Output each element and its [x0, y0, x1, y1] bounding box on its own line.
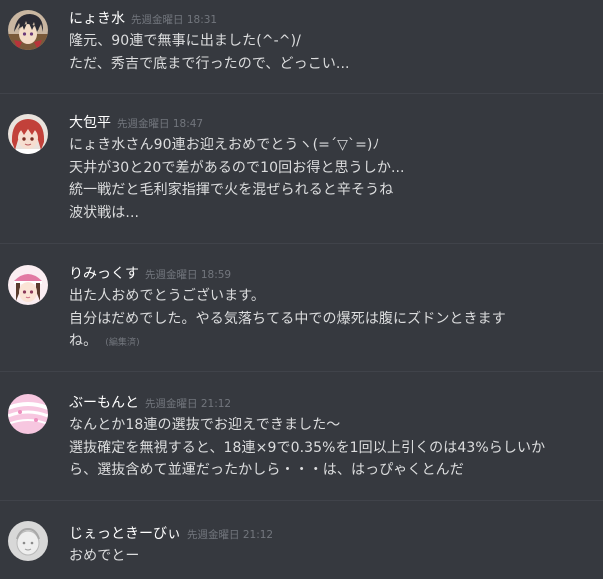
message-line: なんとか18連の選抜でお迎えできました〜: [69, 417, 341, 433]
message-content: 出た人おめでとうございます。 自分はだめでした。やる気落ちてる中での爆死は腹にズ…: [69, 285, 581, 355]
anime-avatar-red-hair-icon[interactable]: [8, 114, 48, 154]
message-line: ただ、秀吉で底まで行ったので、どっこい...: [69, 55, 350, 72]
timestamp: 先週金曜日 21:12: [187, 529, 274, 541]
message-divider: [0, 500, 603, 501]
timestamp: 先週金曜日 18:47: [117, 118, 204, 130]
message-header: ぶーもんと 先週金曜日 21:12: [69, 393, 231, 413]
username[interactable]: ぶーもんと: [69, 395, 139, 411]
message-header: 大包平 先週金曜日 18:47: [69, 113, 203, 133]
message-line-last: ね。 (編集済): [69, 330, 581, 355]
username[interactable]: りみっくす: [69, 266, 139, 282]
username[interactable]: にょき水: [69, 11, 125, 27]
message-line: おめでとー: [69, 548, 140, 564]
message-content: おめでとー: [69, 545, 581, 568]
anime-avatar-pink-hat-icon[interactable]: [8, 265, 48, 305]
message-line: 波状戦は...: [69, 204, 140, 221]
message-divider: [0, 371, 603, 372]
username[interactable]: 大包平: [69, 115, 111, 131]
message-line: 天井が30と20で差があるので10回お得と思うしか...: [69, 159, 405, 176]
chat-message-list: にょき水 先週金曜日 18:31 隆元、90連で無事に出ました(^-^)/ ただ、…: [0, 0, 603, 579]
message-line: 出た人おめでとうございます。: [69, 288, 265, 304]
message-line-text: ね。: [69, 333, 98, 349]
message-line: 統一戦だと毛利家指揮で火を混ぜられると辛そうね: [69, 182, 394, 198]
message-line: 自分はだめでした。やる気落ちてる中での爆死は腹にズドンときます: [69, 310, 506, 327]
message-header: じぇっときーびぃ 先週金曜日 21:12: [69, 524, 273, 544]
message-header: にょき水 先週金曜日 18:31: [69, 9, 217, 29]
message-content: にょき水さん90連お迎えおめでとうヽ(=´▽`=)ﾉ 天井が30と20で差がある…: [69, 134, 581, 224]
anime-avatar-dark-hair-icon[interactable]: [8, 10, 48, 50]
timestamp: 先週金曜日 18:59: [145, 269, 232, 281]
message-divider: [0, 93, 603, 94]
message-content: 隆元、90連で無事に出ました(^-^)/ ただ、秀吉で底まで行ったので、どっこい…: [69, 30, 581, 75]
timestamp: 先週金曜日 18:31: [131, 14, 218, 26]
pink-ribbon-avatar-icon[interactable]: [8, 394, 48, 434]
username[interactable]: じぇっときーびぃ: [69, 526, 181, 542]
message-divider: [0, 243, 603, 244]
edited-label: (編集済): [105, 338, 140, 348]
message-header: りみっくす 先週金曜日 18:59: [69, 264, 231, 284]
message-line: にょき水さん90連お迎えおめでとうヽ(=´▽`=)ﾉ: [69, 137, 380, 153]
gray-sketch-avatar-icon[interactable]: [8, 521, 48, 561]
message-line: 隆元、90連で無事に出ました(^-^)/: [69, 33, 301, 49]
message-line: ら、選抜含めて並運だったかしら・・・は、はっぴゃくとんだ: [69, 462, 464, 478]
timestamp: 先週金曜日 21:12: [145, 398, 232, 410]
message-content: なんとか18連の選抜でお迎えできました〜 選抜確定を無視すると、18連×9で0.…: [69, 414, 581, 482]
message-line: 選抜確定を無視すると、18連×9で0.35%を1回以上引くのは43%らしいか: [69, 439, 546, 456]
